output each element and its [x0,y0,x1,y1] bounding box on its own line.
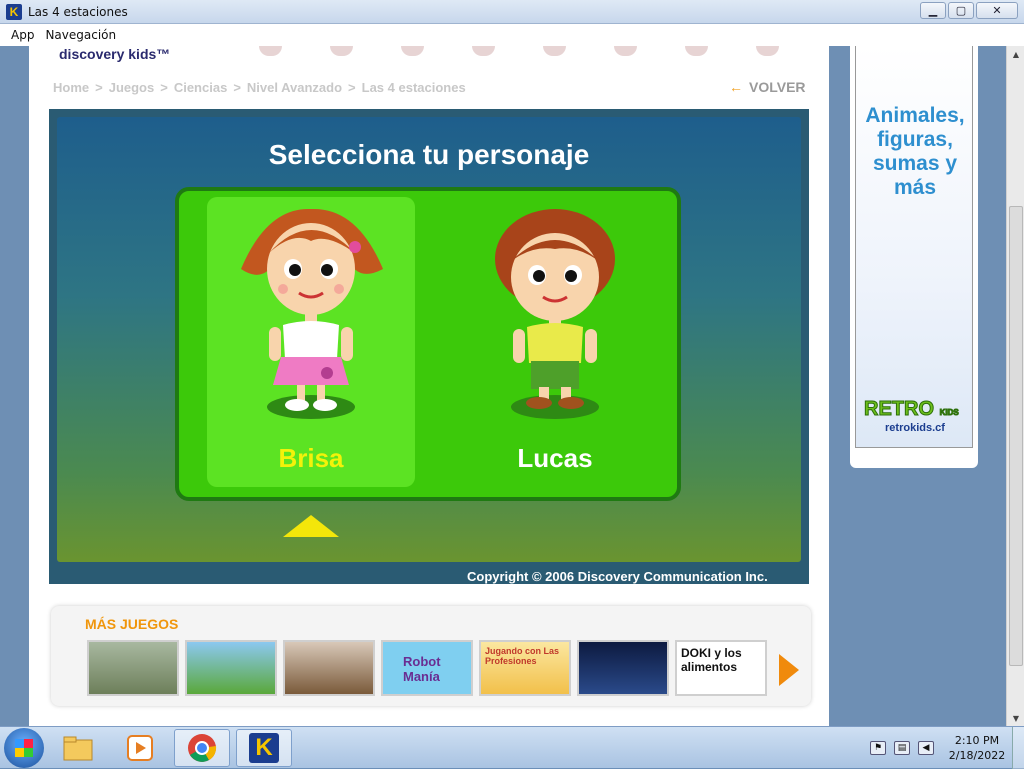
show-desktop-button[interactable] [1012,727,1024,769]
chrome-icon [188,733,217,762]
vertical-scrollbar[interactable]: ▲ ▼ [1006,46,1024,726]
breadcrumb-home[interactable]: Home [53,80,89,95]
character-name-lucas: Lucas [517,443,593,473]
breadcrumb-ciencias[interactable]: Ciencias [174,80,227,95]
game-thumbnail[interactable]: Robot Manía [381,640,473,696]
more-games-panel: MÁS JUEGOS Robot Manía Jugando con Las P… [51,606,811,706]
scroll-down-icon[interactable]: ▼ [1007,710,1024,726]
windows-logo-icon [15,738,33,757]
menu-navegacion[interactable]: Navegación [45,28,116,42]
game-thumbnail[interactable] [283,640,375,696]
clock-date: 2/18/2022 [948,749,1006,762]
window-title: Las 4 estaciones [28,4,128,19]
character-panel: Brisa Lucas [175,187,681,501]
game-canvas: Selecciona tu personaje Brisa Lucas Copy… [57,117,801,584]
media-player-icon [127,734,153,761]
minimize-button[interactable]: ▁ [920,2,946,19]
browser-content: discovery kids™ Home > Juegos > Ciencias… [0,46,1006,726]
character-card-lucas[interactable]: Lucas [451,197,659,487]
game-thumbnail[interactable] [577,640,669,696]
copyright-text: Copyright © 2006 Discovery Communication… [467,569,768,584]
retrokids-logo: RETRO KIDS [864,398,960,421]
back-arrow-icon: ← [729,79,743,95]
breadcrumb-separator: > [348,80,356,95]
ad-banner[interactable]: Animales, figuras, sumas y más RETRO KID… [850,46,978,468]
folder-icon [63,736,93,760]
breadcrumb-separator: > [233,80,241,95]
discovery-kids-logo[interactable]: discovery kids™ [59,46,170,62]
menu-bar: App Navegación [0,24,1024,46]
close-button[interactable]: ✕ [976,2,1018,19]
maximize-button[interactable]: ▢ [948,2,974,19]
taskbar-chrome[interactable] [174,728,230,767]
scroll-up-icon[interactable]: ▲ [1007,46,1024,62]
game-frame: Selecciona tu personaje Brisa Lucas Copy… [49,109,809,584]
scrollbar-thumb[interactable] [1009,206,1023,666]
taskbar-explorer[interactable] [50,729,106,767]
header-decoration [259,46,779,58]
taskbar-media-player[interactable] [112,729,168,767]
breadcrumb-current: Las 4 estaciones [361,80,466,95]
breadcrumb-juegos[interactable]: Juegos [109,80,155,95]
ad-url: retrokids.cf [885,422,945,434]
taskbar-app-k[interactable]: K [236,728,292,767]
menu-app[interactable]: App [11,28,34,42]
network-icon[interactable]: ▤ [894,741,910,755]
selection-arrow-icon [283,515,339,537]
ad-text: Animales, figuras, sumas y más [865,104,965,199]
breadcrumb-separator: > [95,80,103,95]
lucas-character-image [495,209,615,419]
volver-label: VOLVER [749,79,806,95]
breadcrumb-nivel-avanzado[interactable]: Nivel Avanzado [247,80,342,95]
clock[interactable]: 2:10 PM 2/18/2022 [942,733,1012,763]
app-k-icon: K [249,732,279,763]
clock-time: 2:10 PM [954,734,1000,747]
breadcrumb: Home > Juegos > Ciencias > Nivel Avanzad… [53,80,466,95]
game-thumbnail[interactable] [87,640,179,696]
character-name-brisa: Brisa [278,443,344,473]
game-thumbnail[interactable] [185,640,277,696]
character-card-brisa[interactable]: Brisa [207,197,415,487]
game-title: Selecciona tu personaje [268,139,590,170]
game-thumbnail[interactable]: Jugando con Las Profesiones [479,640,571,696]
brisa-character-image [241,208,383,419]
start-button[interactable] [4,727,44,768]
volume-icon[interactable]: ◀ [918,741,934,755]
taskbar: K ⚑ ▤ ◀ 2:10 PM 2/18/2022 [0,726,1024,769]
web-page: discovery kids™ Home > Juegos > Ciencias… [29,46,829,726]
breadcrumb-separator: > [160,80,168,95]
app-logo-icon: K [6,3,22,20]
system-tray: ⚑ ▤ ◀ 2:10 PM 2/18/2022 [870,727,1024,769]
action-center-icon[interactable]: ⚑ [870,741,886,755]
window-titlebar: K Las 4 estaciones ▁ ▢ ✕ [0,0,1024,24]
more-games-title: MÁS JUEGOS [85,616,179,632]
next-arrow-icon[interactable] [779,654,799,686]
game-thumbnail[interactable]: DOKI y los alimentos [675,640,767,696]
volver-link[interactable]: ← VOLVER [729,79,806,95]
